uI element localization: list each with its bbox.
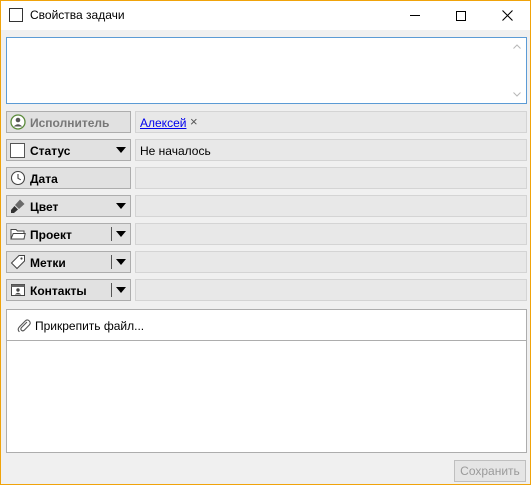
chevron-down-icon[interactable] — [116, 287, 126, 293]
remove-assignee-icon[interactable]: × — [190, 114, 198, 129]
description-scrollbar[interactable] — [509, 38, 526, 103]
tag-icon — [10, 255, 25, 270]
contacts-value — [135, 279, 527, 301]
person-icon — [10, 114, 26, 130]
status-text: Не началось — [140, 144, 211, 158]
status-value: Не началось — [135, 139, 527, 161]
task-properties-window: Свойства задачи Исполнитель Алексей × Ст… — [0, 0, 531, 485]
window-title: Свойства задачи — [30, 8, 125, 22]
save-button[interactable]: Сохранить — [454, 460, 526, 482]
close-icon — [501, 10, 513, 21]
minimize-button[interactable] — [392, 1, 438, 30]
contact-card-icon — [11, 284, 25, 296]
attach-file-label: Прикрепить файл... — [35, 319, 145, 333]
tags-dropdown[interactable]: Метки — [6, 251, 131, 273]
attach-file-button[interactable]: Прикрепить файл... — [6, 309, 527, 341]
folder-icon — [10, 229, 26, 240]
chevron-down-icon[interactable] — [116, 231, 126, 237]
dropdown-separator — [111, 227, 112, 241]
project-value — [135, 223, 527, 245]
description-textarea[interactable] — [6, 37, 527, 104]
dropdown-separator — [111, 283, 112, 297]
dropdown-separator — [111, 255, 112, 269]
clock-icon — [10, 170, 26, 186]
contacts-label: Контакты — [30, 284, 87, 298]
date-label: Дата — [30, 172, 58, 186]
tags-label: Метки — [30, 256, 66, 270]
minimize-icon — [410, 15, 420, 16]
assignee-value: Алексей × — [135, 111, 527, 133]
project-label: Проект — [30, 228, 72, 242]
color-label: Цвет — [30, 200, 59, 214]
date-value — [135, 167, 527, 189]
status-dropdown[interactable]: Статус — [6, 139, 131, 161]
contacts-dropdown[interactable]: Контакты — [6, 279, 131, 301]
status-label: Статус — [30, 144, 71, 158]
maximize-icon — [456, 10, 466, 21]
close-button[interactable] — [484, 1, 530, 30]
assignee-label: Исполнитель — [30, 116, 110, 130]
color-dropdown[interactable]: Цвет — [6, 195, 131, 217]
scroll-down-icon — [513, 92, 521, 97]
maximize-button[interactable] — [438, 1, 484, 30]
chevron-down-icon — [116, 203, 126, 209]
paperclip-icon — [17, 319, 31, 333]
title-bar: Свойства задачи — [1, 1, 530, 30]
date-button[interactable]: Дата — [6, 167, 131, 189]
task-complete-checkbox[interactable] — [9, 8, 23, 22]
chevron-down-icon[interactable] — [116, 259, 126, 265]
paint-brush-icon — [11, 199, 25, 213]
assignee-button[interactable]: Исполнитель — [6, 111, 131, 133]
project-dropdown[interactable]: Проект — [6, 223, 131, 245]
chevron-down-icon — [116, 147, 126, 153]
color-value — [135, 195, 527, 217]
attachments-list[interactable] — [6, 341, 527, 453]
scroll-up-icon — [513, 44, 521, 49]
status-checkbox-icon — [10, 143, 25, 158]
tags-value — [135, 251, 527, 273]
assignee-link[interactable]: Алексей — [140, 116, 186, 130]
